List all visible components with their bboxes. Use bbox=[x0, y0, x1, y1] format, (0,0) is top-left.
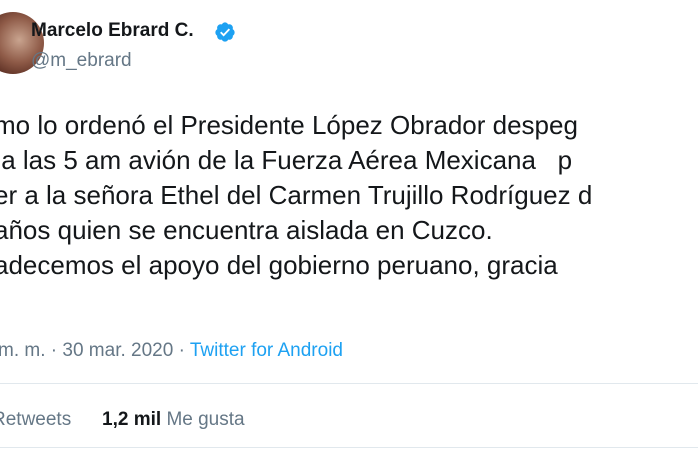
verified-badge-icon bbox=[215, 22, 235, 42]
likes-stat[interactable]: 1,2 mil Me gusta bbox=[102, 409, 245, 431]
meta-separator: · bbox=[178, 340, 185, 361]
author-display-name[interactable]: Marcelo Ebrard C. bbox=[31, 20, 194, 42]
tweet-text-line: mo lo ordenó el Presidente López Obrador… bbox=[0, 110, 578, 140]
tweet-date[interactable]: 30 mar. 2020 bbox=[62, 340, 173, 361]
divider bbox=[0, 383, 698, 384]
tweet-text-line: adecemos el apoyo del gobierno peruano, … bbox=[0, 250, 558, 280]
likes-count: 1,2 mil bbox=[102, 409, 162, 430]
tweet-text-line: er a la señora Ethel del Carmen Trujillo… bbox=[0, 180, 593, 210]
retweets-stat[interactable]: Retweets bbox=[0, 409, 71, 431]
tweet-text-line: a las 5 am avión de la Fuerza Aérea Mexi… bbox=[0, 145, 573, 175]
tweet-meta: m. m. · 30 mar. 2020 · Twitter for Andro… bbox=[0, 340, 343, 362]
tweet-text: mo lo ordenó el Presidente López Obrador… bbox=[0, 108, 698, 283]
tweet-text-line: años quien se encuentra aislada en Cuzco… bbox=[0, 215, 493, 245]
likes-label: Me gusta bbox=[166, 409, 245, 430]
tweet-source-link[interactable]: Twitter for Android bbox=[190, 340, 343, 361]
divider bbox=[0, 447, 698, 448]
meta-separator: · bbox=[50, 340, 58, 361]
author-handle[interactable]: @m_ebrard bbox=[31, 50, 132, 72]
retweets-label: Retweets bbox=[0, 409, 72, 430]
tweet-time[interactable]: m. m. bbox=[0, 340, 46, 361]
